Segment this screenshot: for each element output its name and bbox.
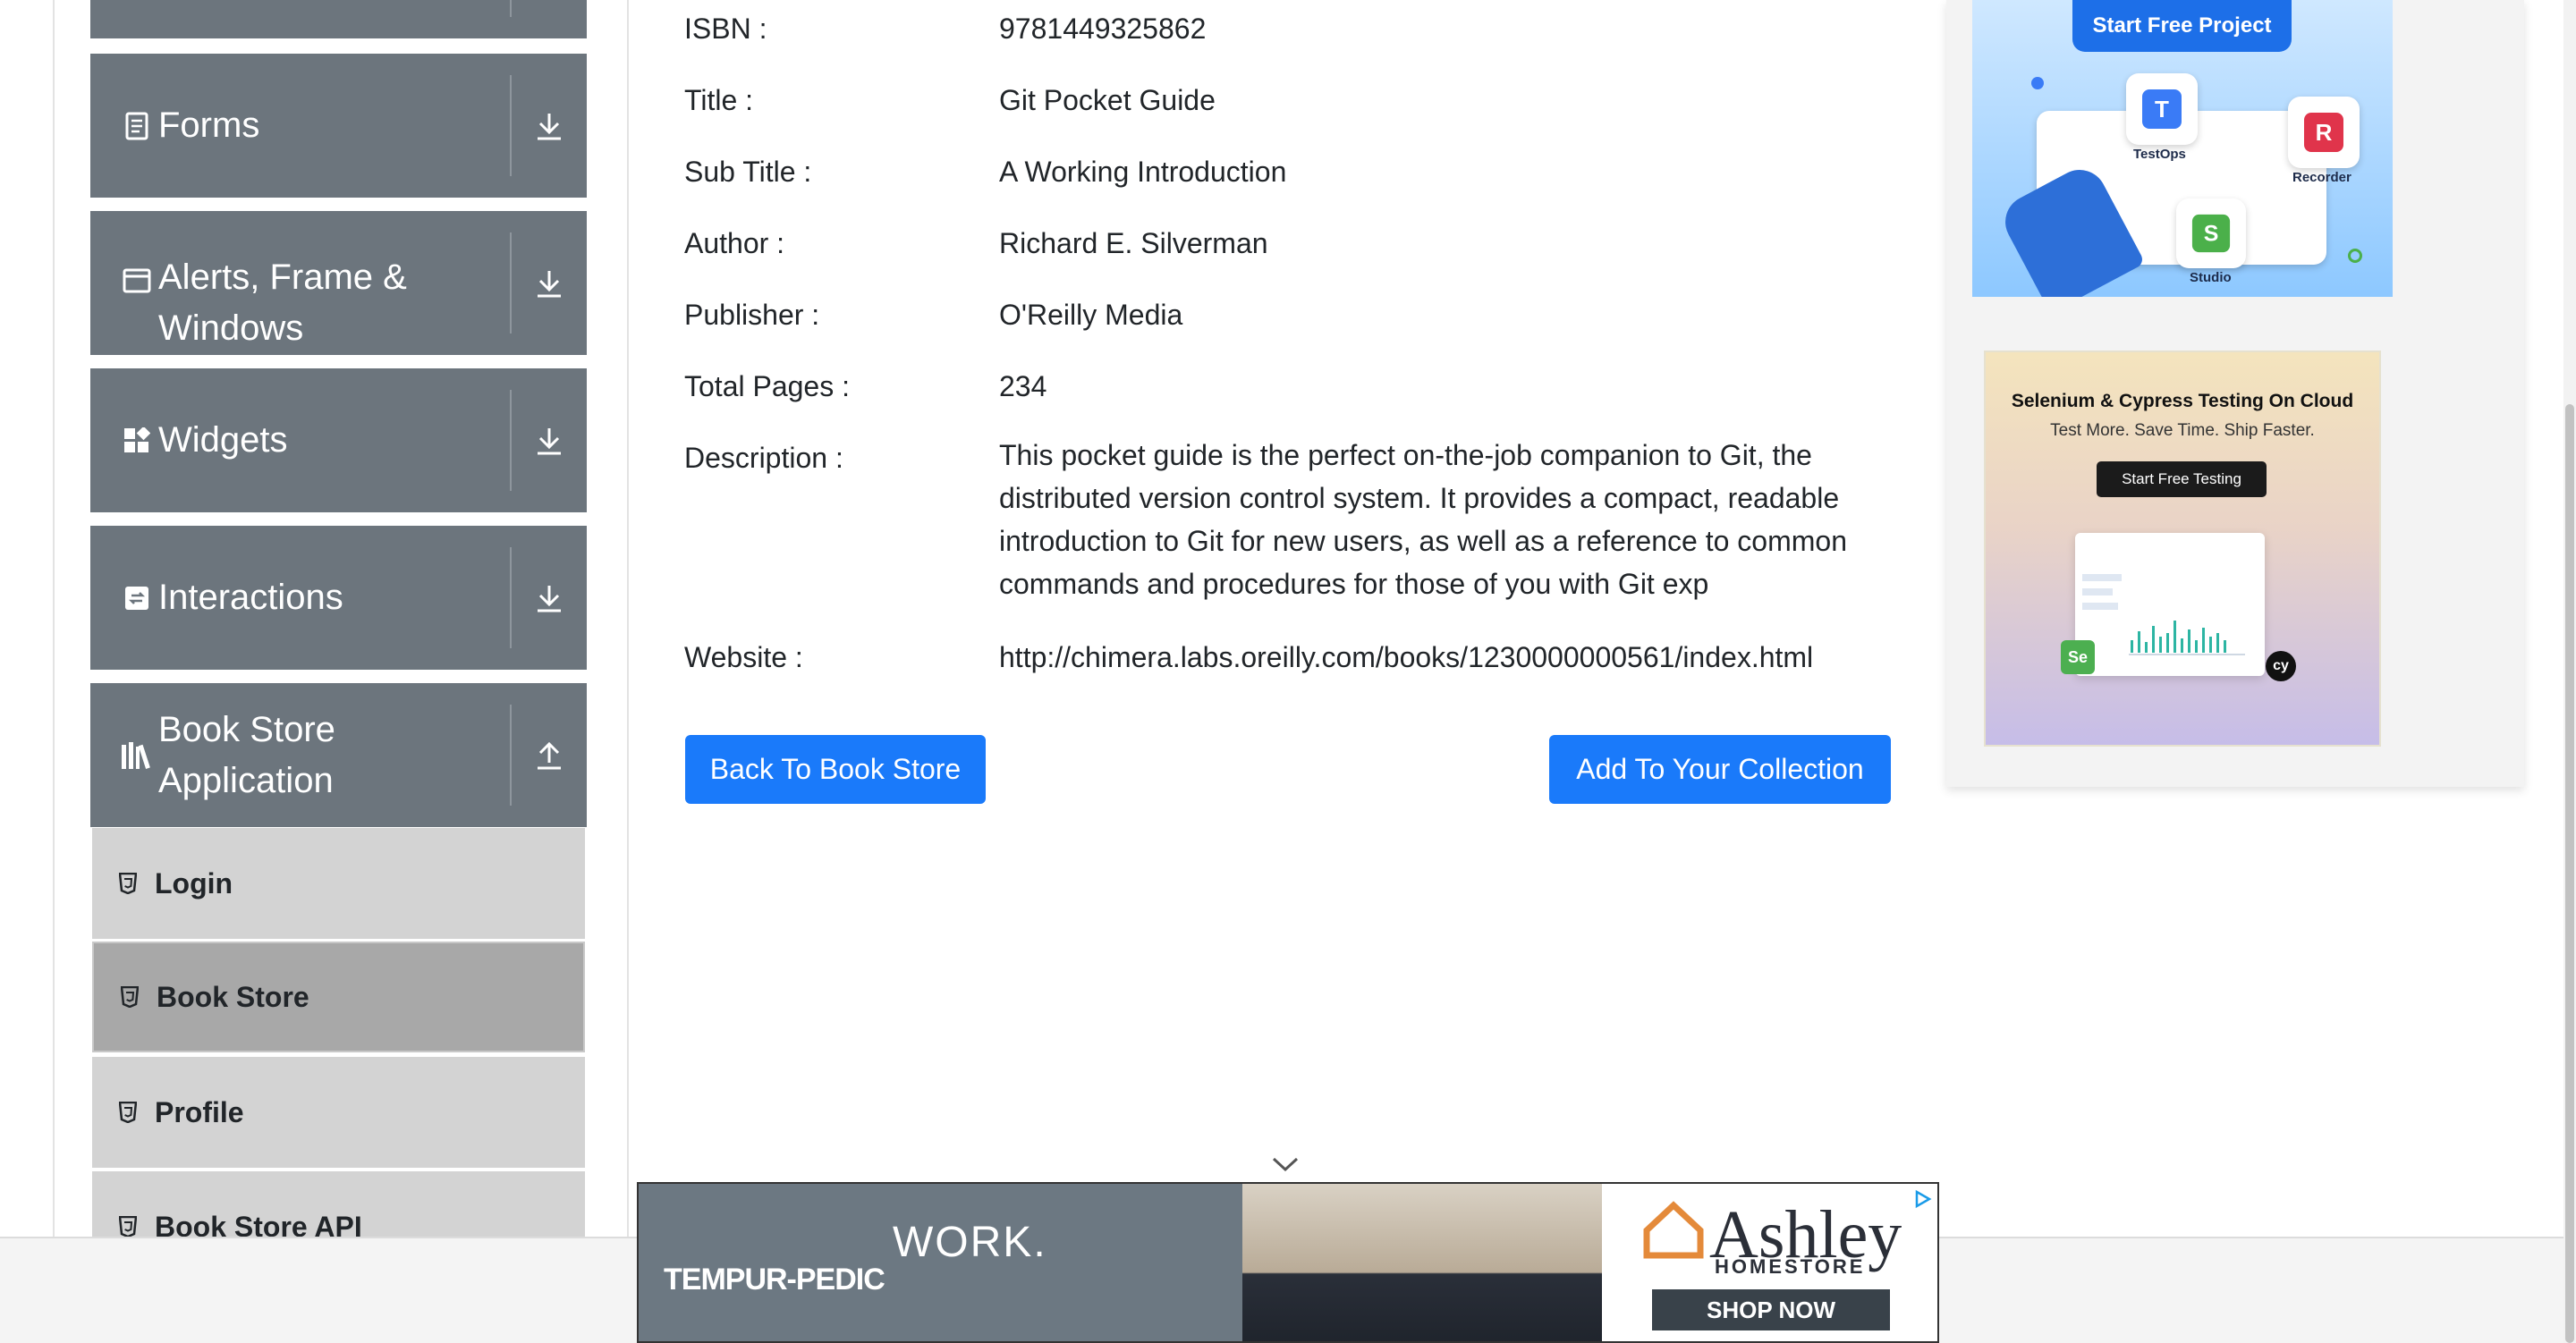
- subtitle-value: A Working Introduction: [999, 156, 1287, 188]
- books-icon: [121, 741, 153, 770]
- html5-icon: [119, 986, 140, 1008]
- sidebar-item-profile[interactable]: Profile: [92, 1057, 585, 1168]
- studio-icon: S: [2176, 198, 2246, 268]
- sidebar-item-label: Profile: [155, 1095, 244, 1128]
- html5-icon: [117, 873, 139, 894]
- subtitle-label: Sub Title :: [684, 156, 812, 188]
- upload-icon: [512, 683, 587, 827]
- add-to-collection-button[interactable]: Add To Your Collection: [1549, 735, 1891, 804]
- svg-text:T: T: [2155, 96, 2169, 122]
- ashley-panel: Ashley HOMESTORE SHOP NOW: [1602, 1184, 1937, 1341]
- banner-ad[interactable]: TEMPUR-PEDIC WORK. Ashley HOMESTORE SHOP…: [637, 1182, 1939, 1343]
- download-icon: [512, 526, 587, 670]
- author-value: Richard E. Silverman: [999, 227, 1268, 259]
- download-icon: [512, 368, 587, 512]
- interactions-icon: [121, 586, 153, 611]
- sidebar-item-book-store[interactable]: Book Store: [92, 942, 585, 1052]
- form-icon: [121, 112, 153, 140]
- lambdatest-ad[interactable]: Selenium & Cypress Testing On Cloud Test…: [1984, 351, 2381, 747]
- lambdatest-title: Selenium & Cypress Testing On Cloud: [2011, 391, 2354, 411]
- title-label: Title :: [684, 84, 754, 116]
- isbn-label: ISBN :: [684, 13, 767, 45]
- publisher-label: Publisher :: [684, 299, 820, 331]
- scrollbar-thumb[interactable]: [2565, 404, 2574, 1343]
- website-label: Website :: [684, 641, 803, 673]
- decor-dot: [2031, 77, 2044, 89]
- pages-value: 234: [999, 370, 1047, 402]
- website-link[interactable]: http://chimera.labs.oreilly.com/books/12…: [999, 636, 1894, 679]
- studio-label: Studio: [2190, 270, 2232, 285]
- chevron-down-icon[interactable]: [1270, 1155, 1301, 1178]
- title-value: Git Pocket Guide: [999, 84, 1216, 116]
- decor-ring: [2348, 249, 2362, 263]
- sidebar-group-label: Alerts, Frame & Windows: [158, 258, 407, 348]
- homestore-label: HOMESTORE: [1715, 1255, 1866, 1278]
- download-icon: [512, 211, 587, 355]
- download-icon: [512, 0, 587, 38]
- tempur-pedic-logo: TEMPUR-PEDIC: [664, 1263, 886, 1297]
- house-icon: [1643, 1201, 1704, 1259]
- sidebar-group-label: Forms: [158, 106, 260, 145]
- sidebar-group-label: Book Store Application: [158, 709, 335, 800]
- isbn-value: 9781449325862: [999, 13, 1207, 45]
- recorder-label: Recorder: [2292, 170, 2351, 185]
- sidebar-group-elements[interactable]: [90, 0, 587, 38]
- description-value: This pocket guide is the perfect on-the-…: [999, 439, 1847, 600]
- download-icon: [512, 54, 587, 198]
- sidebar-item-login[interactable]: Login: [92, 828, 585, 939]
- sidebar-item-label: Login: [155, 866, 233, 900]
- sidebar-group-book-store-application[interactable]: Book Store Application: [90, 683, 587, 827]
- testops-label: TestOps: [2133, 147, 2186, 162]
- selenium-icon: Se: [2061, 640, 2095, 674]
- banner-tagline: WORK.: [893, 1219, 1047, 1266]
- testops-icon: T: [2126, 73, 2198, 145]
- start-free-project-button[interactable]: Start Free Project: [2072, 0, 2292, 52]
- window-icon: [121, 268, 153, 293]
- ad-choices-icon[interactable]: [1912, 1189, 1932, 1209]
- sidebar-group-forms[interactable]: Forms: [90, 54, 587, 198]
- publisher-value: O'Reilly Media: [999, 299, 1183, 331]
- author-label: Author :: [684, 227, 785, 259]
- description-label: Description :: [684, 442, 843, 474]
- cypress-icon: cy: [2266, 651, 2296, 681]
- shop-now-button[interactable]: SHOP NOW: [1652, 1289, 1890, 1330]
- html5-icon: [117, 1102, 139, 1123]
- start-free-testing-button[interactable]: Start Free Testing: [2097, 461, 2267, 497]
- recorder-icon: R: [2288, 97, 2360, 168]
- html5-icon: [117, 1216, 139, 1237]
- sidebar-group-interactions[interactable]: Interactions: [90, 526, 587, 670]
- bed-photo: [1242, 1184, 1602, 1341]
- svg-text:R: R: [2316, 119, 2333, 146]
- sidebar-group-widgets[interactable]: Widgets: [90, 368, 587, 512]
- svg-text:S: S: [2204, 222, 2219, 247]
- dashboard-illustration: [2075, 533, 2265, 676]
- katalon-ad[interactable]: Start Free Project T TestOps R Recorder …: [1972, 0, 2393, 297]
- sidebar-group-alerts[interactable]: Alerts, Frame & Windows: [90, 211, 587, 355]
- sidebar-item-label: Book Store: [157, 980, 309, 1013]
- lambdatest-subtitle: Test More. Save Time. Ship Faster.: [2050, 421, 2315, 440]
- back-to-book-store-button[interactable]: Back To Book Store: [685, 735, 986, 804]
- sidebar-group-label: Widgets: [158, 420, 288, 460]
- pages-label: Total Pages :: [684, 370, 850, 402]
- widgets-icon: [121, 427, 153, 454]
- sidebar-group-label: Interactions: [158, 578, 343, 617]
